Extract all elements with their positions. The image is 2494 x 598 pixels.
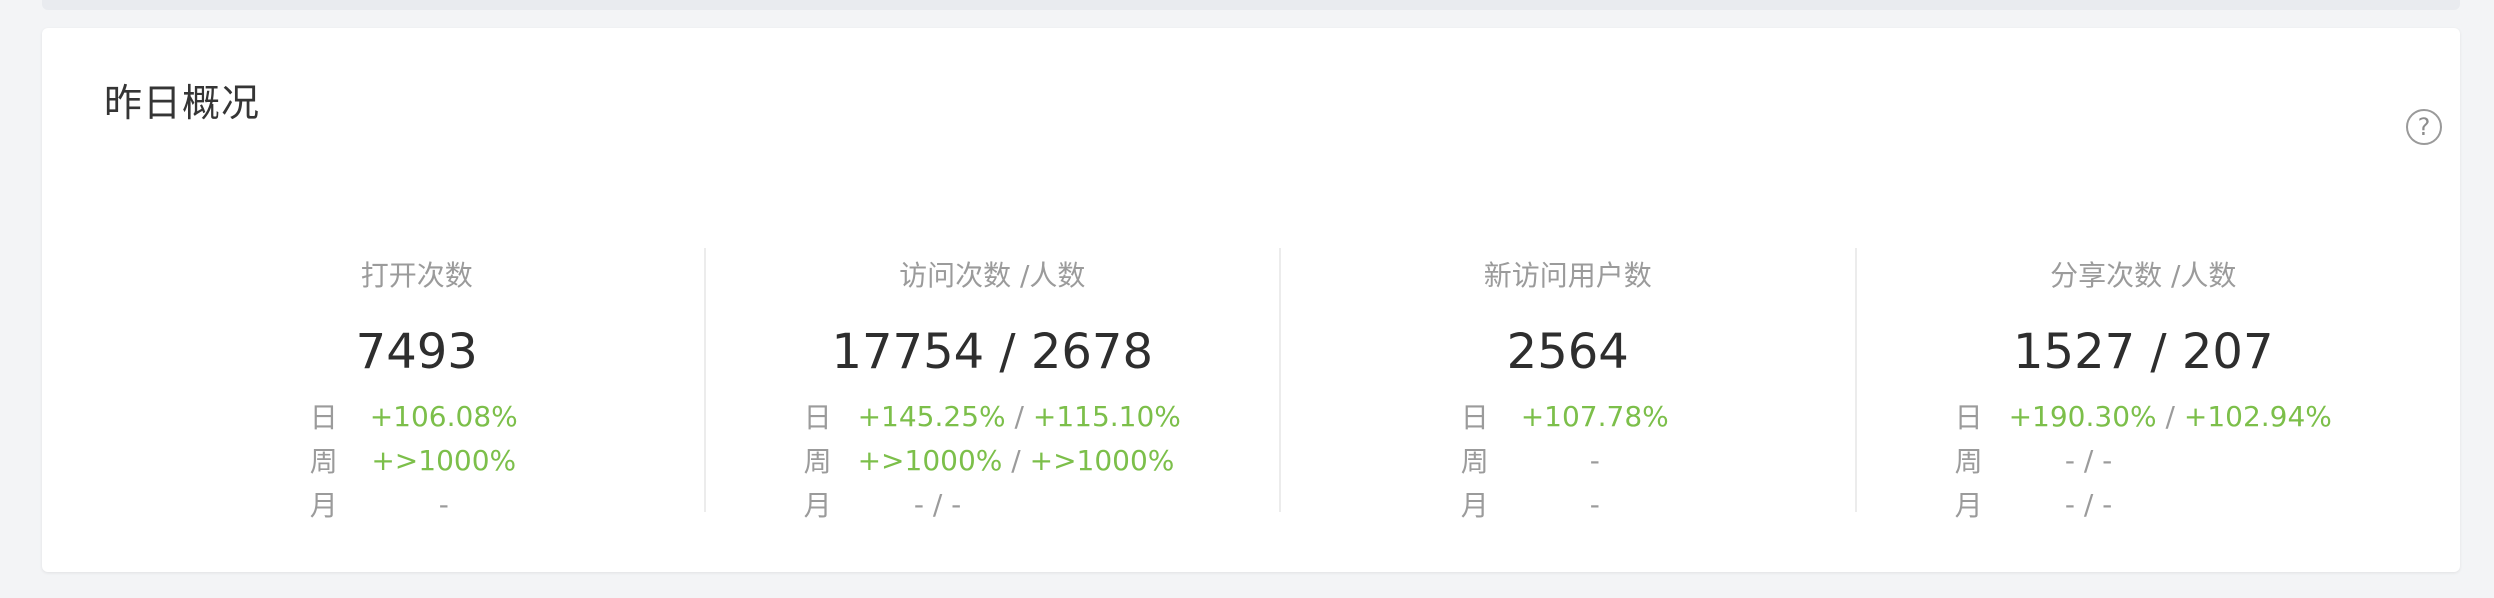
day-change: +107.78% bbox=[1520, 399, 1669, 433]
row-month: 月 - bbox=[310, 482, 524, 526]
row-month: 月 - / - bbox=[1955, 482, 2332, 526]
row-week: 周 - / - bbox=[1955, 438, 2332, 482]
row-key-week: 周 bbox=[1460, 445, 1489, 478]
row-key-month: 月 bbox=[1460, 489, 1489, 522]
month-change: - / - bbox=[913, 487, 962, 521]
row-week: 周 +>1000% bbox=[310, 438, 524, 482]
row-month: 月 - bbox=[1461, 482, 1675, 526]
row-week: 周 - bbox=[1461, 438, 1675, 482]
help-icon[interactable]: ? bbox=[2406, 109, 2442, 145]
row-key-day: 日 bbox=[309, 401, 338, 434]
comparison-rows: 日 +190.30% / +102.94% 周 - / - 月 - / - bbox=[1955, 394, 2332, 526]
day-change-shares: +190.30% / +102.94% bbox=[2009, 400, 2332, 433]
stat-value: 1527 / 207 bbox=[2013, 324, 2274, 380]
week-change: - bbox=[1589, 443, 1600, 477]
day-change-visits: +145.25% / +115.10% bbox=[858, 400, 1181, 433]
previous-card-edge bbox=[42, 0, 2460, 10]
row-key-day: 日 bbox=[1954, 401, 1983, 434]
row-key-week: 周 bbox=[1954, 445, 1983, 478]
row-key-month: 月 bbox=[309, 489, 338, 522]
week-change-visits-a: +>1000% bbox=[857, 443, 1003, 477]
row-key-month: 月 bbox=[803, 489, 832, 522]
month-change: - bbox=[438, 487, 449, 521]
week-change: - / - bbox=[2064, 443, 2113, 477]
month-change: - / - bbox=[2064, 487, 2113, 521]
stat-visits: 访问次数 /人数 17754 / 2678 日 +145.25% / +115.… bbox=[703, 248, 1280, 522]
stat-label: 访问次数 /人数 bbox=[899, 259, 1086, 292]
row-month: 月 - / - bbox=[804, 482, 1181, 526]
stat-value: 2564 bbox=[1506, 324, 1629, 380]
week-change: +>1000% bbox=[371, 443, 517, 477]
week-change-visits: +>1000% / +>1000% bbox=[858, 444, 1175, 477]
stats-row: 打开次数 7493 日 +106.08% 周 +>1000% 月 - 访问次数 … bbox=[130, 248, 2431, 522]
stat-label: 打开次数 bbox=[360, 259, 473, 292]
stat-label: 新访问用户数 bbox=[1483, 259, 1652, 292]
row-key-day: 日 bbox=[803, 401, 832, 434]
stat-label: 分享次数 /人数 bbox=[2050, 259, 2237, 292]
day-change-shares-b: +102.94% bbox=[2183, 399, 2332, 433]
stat-opens: 打开次数 7493 日 +106.08% 周 +>1000% 月 - bbox=[130, 248, 704, 522]
row-day: 日 +190.30% / +102.94% bbox=[1955, 394, 2332, 438]
card-title: 昨日概况 bbox=[104, 81, 261, 125]
row-day: 日 +145.25% / +115.10% bbox=[804, 394, 1181, 438]
row-key-month: 月 bbox=[1954, 489, 1983, 522]
comparison-rows: 日 +107.78% 周 - 月 - bbox=[1461, 394, 1675, 526]
day-change-shares-a: +190.30% bbox=[2008, 399, 2157, 433]
stat-shares: 分享次数 /人数 1527 / 207 日 +190.30% / +102.94… bbox=[1854, 248, 2431, 522]
week-change-visits-b: +>1000% bbox=[1029, 443, 1175, 477]
row-day: 日 +107.78% bbox=[1461, 394, 1675, 438]
row-day: 日 +106.08% bbox=[310, 394, 524, 438]
separator: / bbox=[1011, 443, 1021, 477]
row-key-week: 周 bbox=[309, 445, 338, 478]
day-change: +106.08% bbox=[369, 399, 518, 433]
month-change: - bbox=[1589, 487, 1600, 521]
row-week: 周 +>1000% / +>1000% bbox=[804, 438, 1181, 482]
stat-new-users: 新访问用户数 2564 日 +107.78% 周 - 月 - bbox=[1279, 248, 1855, 522]
yesterday-overview-card: 昨日概况 ? 打开次数 7493 日 +106.08% 周 +>1000% 月 … bbox=[42, 28, 2460, 572]
separator: / bbox=[2165, 399, 2175, 433]
stat-value: 7493 bbox=[355, 324, 478, 380]
day-change-visits-a: +145.25% bbox=[857, 399, 1006, 433]
row-key-week: 周 bbox=[803, 445, 832, 478]
stat-value: 17754 / 2678 bbox=[831, 324, 1154, 380]
comparison-rows: 日 +106.08% 周 +>1000% 月 - bbox=[310, 394, 524, 526]
day-change-visits-b: +115.10% bbox=[1032, 399, 1181, 433]
comparison-rows: 日 +145.25% / +115.10% 周 +>1000% / +>1000… bbox=[804, 394, 1181, 526]
row-key-day: 日 bbox=[1460, 401, 1489, 434]
separator: / bbox=[1014, 399, 1024, 433]
